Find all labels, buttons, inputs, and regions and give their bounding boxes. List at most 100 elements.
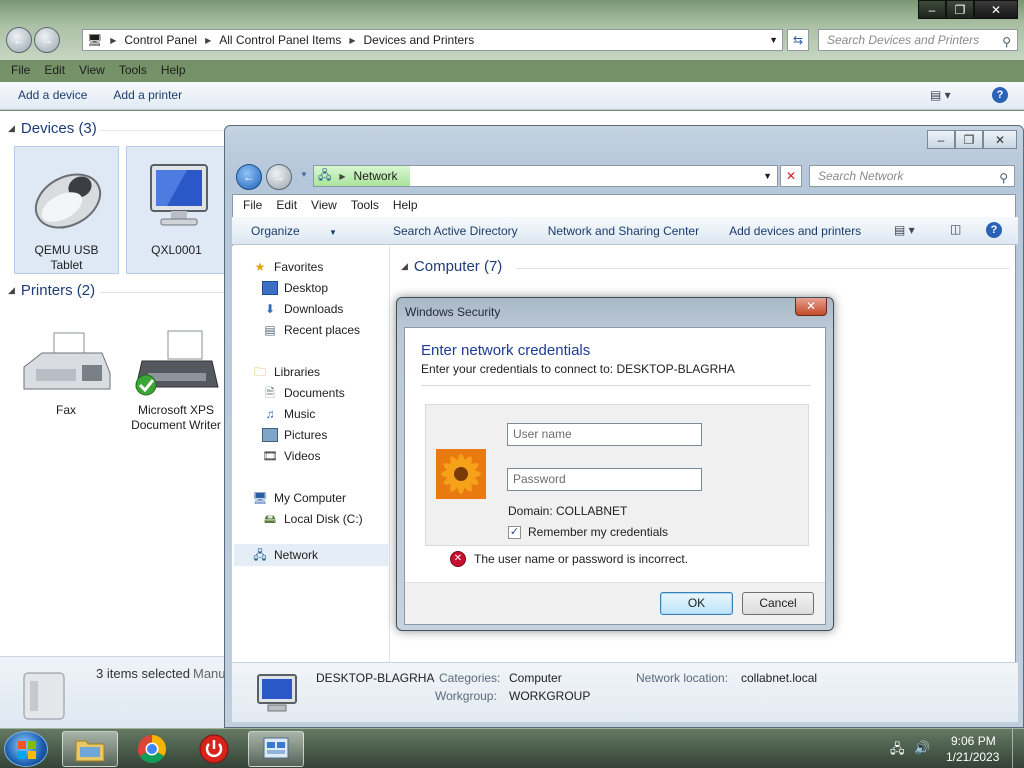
nav-recent-places[interactable]: ▤ Recent places xyxy=(262,323,360,337)
window-controls: – ❐ ✕ xyxy=(918,0,1018,19)
chevron-right-icon: ▶ xyxy=(339,171,346,181)
menu-file[interactable]: File xyxy=(4,63,37,77)
breadcrumb-item[interactable]: All Control Panel Items xyxy=(215,33,345,47)
nav-my-computer[interactable]: 🖥 My Computer xyxy=(252,491,346,505)
device-qemu-usb-tablet[interactable]: QEMU USB Tablet xyxy=(14,146,119,274)
menu-edit[interactable]: Edit xyxy=(37,63,72,77)
breadcrumb-item[interactable]: Control Panel xyxy=(120,33,201,47)
minimize-button[interactable]: – xyxy=(918,0,946,19)
menu-help[interactable]: Help xyxy=(386,198,425,212)
nav-desktop[interactable]: Desktop xyxy=(262,281,328,295)
documents-icon: 🗎 xyxy=(265,386,275,400)
nav-favorites[interactable]: ★ Favorites xyxy=(252,260,324,274)
taskbar-control-panel[interactable] xyxy=(248,731,304,767)
help-icon[interactable]: ? xyxy=(992,87,1008,103)
folder-icon xyxy=(75,740,105,762)
address-bar[interactable]: 🖥 ▶ Control Panel ▶ All Control Panel It… xyxy=(82,29,783,51)
network-tray-icon[interactable]: 🖧 xyxy=(890,740,905,762)
windows-security-dialog: Windows Security ✕ Enter network credent… xyxy=(396,297,834,631)
close-button[interactable]: ✕ xyxy=(974,0,1018,19)
view-options-icon[interactable]: ▤ ▾ xyxy=(894,223,915,237)
printer-icon xyxy=(135,330,219,396)
remember-checkbox[interactable]: ✓ xyxy=(508,526,521,539)
menu-tools[interactable]: Tools xyxy=(344,198,386,212)
stop-icon[interactable]: ✕ xyxy=(780,165,802,187)
search-input[interactable]: Search Network ⚲ xyxy=(809,165,1015,187)
forward-button[interactable]: → xyxy=(266,164,292,190)
menu-help[interactable]: Help xyxy=(154,63,193,77)
menu-edit[interactable]: Edit xyxy=(269,198,304,212)
remember-label[interactable]: Remember my credentials xyxy=(528,525,668,539)
search-input[interactable]: Search Devices and Printers ⚲ xyxy=(818,29,1018,51)
menu-view[interactable]: View xyxy=(72,63,112,77)
menu-view[interactable]: View xyxy=(304,198,344,212)
nav-downloads[interactable]: ⬇ Downloads xyxy=(262,302,343,316)
chevron-right-icon: ▶ xyxy=(110,35,117,45)
taskbar: 🖧 🔊 9:06 PM 1/21/2023 xyxy=(0,728,1024,768)
close-button[interactable]: ✕ xyxy=(983,130,1017,149)
chevron-down-icon[interactable]: ▼ xyxy=(769,35,778,45)
minimize-button[interactable]: – xyxy=(927,130,955,149)
start-button[interactable] xyxy=(4,731,48,767)
clock-date[interactable]: 1/21/2023 xyxy=(946,750,999,764)
search-active-directory-button[interactable]: Search Active Directory xyxy=(393,224,518,238)
volume-icon[interactable]: 🔊 xyxy=(914,740,930,756)
password-field[interactable]: Password xyxy=(507,468,702,491)
back-button[interactable]: ← xyxy=(236,164,262,190)
printer-xps-writer[interactable]: Microsoft XPS Document Writer xyxy=(126,329,226,433)
view-options-icon[interactable]: ▤ ▾ xyxy=(930,88,951,102)
maximize-button[interactable]: ❐ xyxy=(946,0,974,19)
ok-button[interactable]: OK xyxy=(660,592,733,615)
nav-libraries[interactable]: 🗀 Libraries xyxy=(252,365,320,379)
address-bar[interactable]: 🖧 ▶ Network ▼ xyxy=(313,165,778,187)
dialog-footer: OK Cancel xyxy=(405,582,825,624)
breadcrumb-network[interactable]: Network xyxy=(350,169,402,183)
maximize-button[interactable]: ❐ xyxy=(955,130,983,149)
nav-network[interactable]: 🖧 Network xyxy=(252,548,318,562)
window-controls: – ❐ ✕ xyxy=(927,130,1017,149)
cancel-button[interactable]: Cancel xyxy=(742,592,814,615)
taskbar-explorer[interactable] xyxy=(62,731,118,767)
clock-time[interactable]: 9:06 PM xyxy=(951,734,996,748)
libraries-icon: 🗀 xyxy=(253,365,266,379)
recent-pages-icon[interactable]: ▼ xyxy=(300,170,308,179)
nav-videos[interactable]: 🎞 Videos xyxy=(262,449,320,463)
preview-pane-icon[interactable]: ◫ xyxy=(950,222,961,236)
network-sharing-center-button[interactable]: Network and Sharing Center xyxy=(548,224,699,238)
forward-button[interactable]: → xyxy=(34,27,60,53)
add-device-button[interactable]: Add a device xyxy=(18,88,87,102)
dialog-close-button[interactable]: ✕ xyxy=(795,298,827,316)
error-icon: ✕ xyxy=(450,551,466,567)
printers-header-label: Printers (2) xyxy=(20,282,96,299)
monitor-icon xyxy=(149,164,208,226)
refresh-icon[interactable]: ⇆ xyxy=(787,29,809,51)
device-qxl0001[interactable]: QXL0001 xyxy=(126,146,226,274)
chevron-down-icon[interactable]: ▼ xyxy=(763,171,772,181)
devices-group-header[interactable]: ◢ Devices (3) xyxy=(8,120,97,137)
username-field[interactable]: User name xyxy=(507,423,702,446)
command-bar: Organize ▼ Search Active Directory Netwo… xyxy=(232,217,1018,245)
add-printer-button[interactable]: Add a printer xyxy=(113,88,182,102)
organize-button[interactable]: Organize ▼ xyxy=(251,224,363,238)
nav-local-disk[interactable]: 🖴 Local Disk (C:) xyxy=(262,512,363,526)
device-label: QXL0001 xyxy=(151,243,202,257)
breadcrumb-item[interactable]: Devices and Printers xyxy=(359,33,478,47)
back-button[interactable]: ← xyxy=(6,27,32,53)
taskbar-power-app[interactable] xyxy=(186,731,242,767)
show-desktop-button[interactable] xyxy=(1012,729,1024,768)
menu-file[interactable]: File xyxy=(236,198,269,212)
menu-tools[interactable]: Tools xyxy=(112,63,154,77)
printers-group-header[interactable]: ◢ Printers (2) xyxy=(8,282,95,299)
dialog-title: Windows Security xyxy=(405,305,501,319)
workgroup-value: WORKGROUP xyxy=(509,689,591,703)
taskbar-chrome[interactable] xyxy=(124,731,180,767)
printer-fax[interactable]: Fax xyxy=(16,329,116,418)
help-icon[interactable]: ? xyxy=(986,222,1002,238)
nav-pictures[interactable]: Pictures xyxy=(262,428,327,442)
nav-label: Desktop xyxy=(284,281,329,295)
nav-music[interactable]: ♫ Music xyxy=(262,407,316,421)
desktop-icon xyxy=(262,281,278,295)
add-devices-printers-button[interactable]: Add devices and printers xyxy=(729,224,861,238)
computer-group-header[interactable]: ◢ Computer (7) xyxy=(401,258,502,275)
nav-documents[interactable]: 🗎 Documents xyxy=(262,386,345,400)
